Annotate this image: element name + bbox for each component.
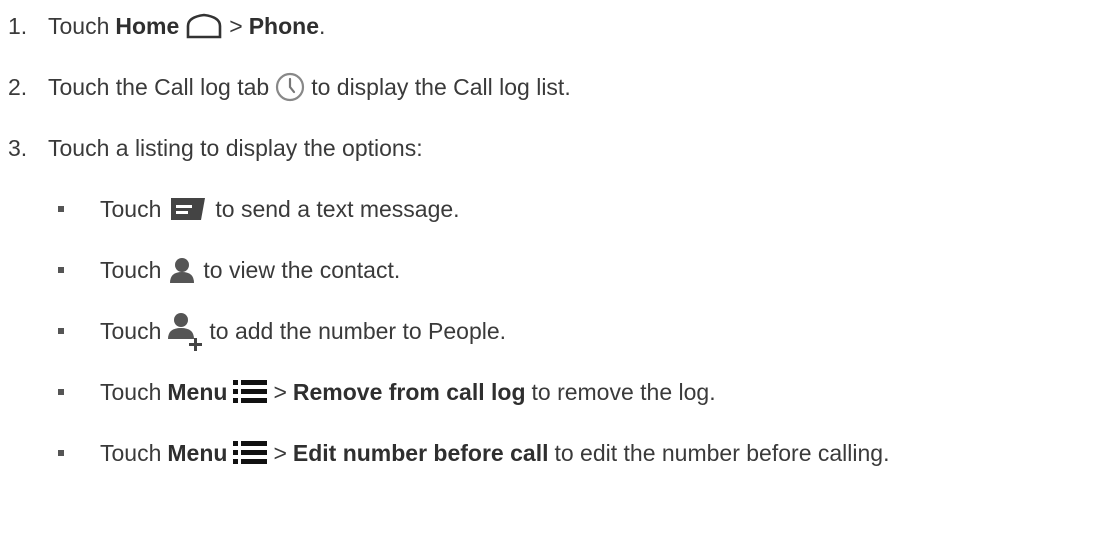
step-text: Touch a listing to display the options: — [48, 134, 423, 161]
menu-icon — [233, 441, 268, 465]
period: . — [319, 12, 326, 39]
separator: > — [273, 378, 287, 405]
home-label: Home — [115, 12, 180, 39]
option-text: to edit the number before calling. — [554, 439, 890, 466]
step-text-after: to display the Call log list. — [311, 73, 571, 100]
option-text: to remove the log. — [531, 378, 716, 405]
option-text: to send a text message. — [215, 195, 460, 222]
option-touch: Touch — [100, 439, 162, 466]
option-touch: Touch — [100, 378, 162, 405]
menu-label: Menu — [167, 378, 228, 405]
option-text: to view the contact. — [203, 256, 401, 283]
option-touch: Touch — [100, 256, 162, 283]
step-1: 1. Touch Home > Phone. — [8, 9, 325, 43]
message-icon — [171, 198, 206, 220]
action-label: Remove from call log — [292, 378, 526, 405]
step-text: Touch — [48, 12, 110, 39]
clock-icon — [275, 72, 305, 102]
option-message: Touch to send a text message. — [58, 192, 460, 226]
bullet — [58, 389, 64, 395]
step-2: 2. Touch the Call log tab to display the… — [8, 70, 571, 104]
option-text: to add the number to People. — [209, 317, 507, 344]
option-remove: Touch Menu > Remove from call log to rem… — [58, 375, 716, 409]
separator: > — [273, 439, 287, 466]
menu-label: Menu — [167, 439, 228, 466]
add-contact-icon — [167, 311, 203, 351]
menu-icon — [233, 380, 268, 404]
step-number: 1. — [8, 12, 28, 39]
separator: > — [229, 12, 243, 39]
option-touch: Touch — [100, 317, 162, 344]
home-icon — [185, 13, 223, 39]
bullet — [58, 328, 64, 334]
option-add-contact: Touch to add the number to People. — [58, 311, 507, 351]
bullet — [58, 267, 64, 273]
option-touch: Touch — [100, 195, 162, 222]
contact-icon — [167, 255, 197, 285]
step-number: 2. — [8, 73, 28, 100]
step-text: Touch the Call log tab — [48, 73, 270, 100]
bullet — [58, 450, 64, 456]
option-contact: Touch to view the contact. — [58, 253, 400, 287]
phone-label: Phone — [248, 12, 319, 39]
bullet — [58, 206, 64, 212]
option-edit-number: Touch Menu > Edit number before call to … — [58, 436, 889, 470]
action-label: Edit number before call — [292, 439, 549, 466]
step-number: 3. — [8, 134, 28, 161]
step-3: 3. Touch a listing to display the option… — [8, 131, 423, 165]
